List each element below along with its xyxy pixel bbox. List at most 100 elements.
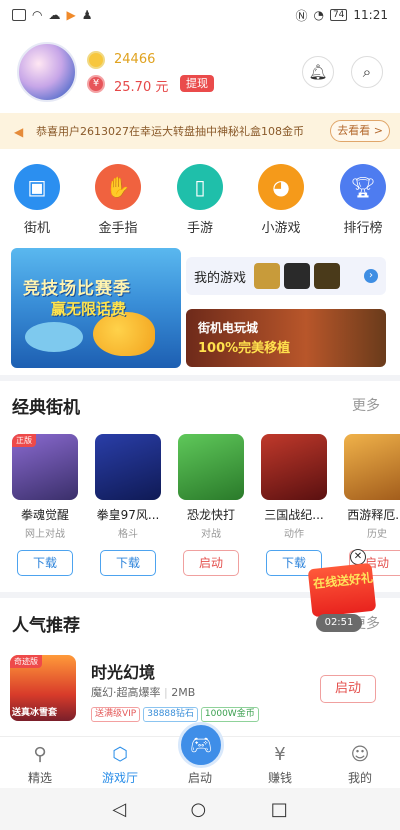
game-thumbnail[interactable] <box>261 434 327 500</box>
tab-label: 启动 <box>187 771 212 785</box>
notice-view-button[interactable]: 去看看 > <box>330 120 390 142</box>
arcade-city-banner[interactable]: 街机电玩城 100%完美移植 <box>186 309 386 367</box>
money-balance: 25.70 元 <box>114 80 169 95</box>
download-button[interactable]: 下载 <box>17 550 73 576</box>
joystick-icon: ⚲ <box>33 743 47 765</box>
back-icon[interactable]: ◁ <box>112 799 126 820</box>
popular-game-tags: 送满级VIP 38888钻石 1000W金币 <box>91 707 259 722</box>
phone-icon: ▯ <box>177 164 223 210</box>
shark-illustration <box>25 322 83 352</box>
speaker-icon: ◀ <box>14 125 24 139</box>
game-name: 西游释厄... <box>347 508 400 522</box>
bell-icon[interactable]: 🔔︎ <box>302 56 334 88</box>
banner-subtitle: 100%完美移植 <box>198 341 291 356</box>
tab-me[interactable]: ☺ 我的 <box>330 741 390 786</box>
classic-section-title: 经典街机 <box>12 398 80 418</box>
game-thumbnail[interactable] <box>344 434 400 500</box>
battery-icon: 74 <box>329 9 348 21</box>
game-tag: 正版 <box>12 434 36 447</box>
coin-icon <box>87 51 105 69</box>
classic-more-link[interactable]: 更多 <box>352 395 380 415</box>
popular-game-description: 魔幻·超高爆率 | 2MB <box>91 686 196 699</box>
cube-icon: ⬡ <box>112 743 128 765</box>
category-label: 小游戏 <box>261 221 301 236</box>
banner-title: 街机电玩城 <box>198 321 259 335</box>
banner-title: 竞技场比赛季 <box>23 279 131 299</box>
game-category: 历史 <box>367 529 387 540</box>
money-icon: ¥ <box>87 75 105 93</box>
my-games-label: 我的游戏 <box>194 270 247 286</box>
download-button[interactable]: 下载 <box>100 550 156 576</box>
notification-icon: ♟ <box>81 8 93 22</box>
pacman-icon: ◕ <box>258 164 304 210</box>
golden-finger-icon: ✋ <box>95 164 141 210</box>
feature-pill: 送满级VIP <box>91 707 141 722</box>
gift-badge[interactable]: 在线送好礼 <box>307 562 377 618</box>
game-name: 拳皇97风... <box>96 508 160 522</box>
tab-label: 我的 <box>347 771 372 785</box>
my-games-panel[interactable]: 我的游戏 › <box>186 257 386 295</box>
section-divider <box>0 375 400 381</box>
game-thumbnail[interactable] <box>178 434 244 500</box>
search-icon[interactable]: ⌕ <box>351 56 383 88</box>
category-golden-finger[interactable]: ✋ 金手指 <box>83 164 153 242</box>
game-thumbnail[interactable] <box>95 434 161 500</box>
popular-section-title: 人气推荐 <box>12 616 80 636</box>
tab-earn[interactable]: ¥ 赚钱 <box>250 741 310 786</box>
category-label: 手游 <box>186 221 213 236</box>
category-label: 金手指 <box>98 221 138 236</box>
gamepad-icon[interactable]: 🎮︎ <box>178 722 224 768</box>
notice-text: 恭喜用户2613027在幸运大转盘抽中神秘礼盒108金币 <box>36 125 304 138</box>
gift-text: 在线送好礼 <box>312 570 374 591</box>
game-card[interactable]: 正版 拳魂觉醒 网上对战 下载 <box>12 434 82 576</box>
game-card[interactable]: 恐龙快打 对战 启动 <box>178 434 248 576</box>
system-nav-bar: ◁ ○ □ <box>0 788 400 830</box>
game-category: 动作 <box>284 529 304 540</box>
feature-pill: 1000W金币 <box>200 707 259 722</box>
my-game-thumbnail[interactable] <box>284 263 311 289</box>
chevron-right-icon[interactable]: › <box>364 269 378 283</box>
category-ranking[interactable]: 🏆︎ 排行榜 <box>328 164 398 242</box>
game-category: 网上对战 <box>25 529 65 540</box>
game-tag: 奇迹版 <box>10 655 42 668</box>
recents-icon[interactable]: □ <box>271 799 288 820</box>
game-thumbnail[interactable]: 正版 <box>12 434 78 500</box>
game-card[interactable]: 三国战纪... 动作 下载 <box>261 434 331 576</box>
my-game-thumbnail[interactable] <box>254 263 281 289</box>
nfc-icon: Ⓝ <box>295 8 308 23</box>
popular-game-name: 时光幻境 <box>91 663 156 682</box>
feature-pill: 38888钻石 <box>143 707 198 722</box>
tab-featured[interactable]: ⚲ 精选 <box>10 741 70 786</box>
game-card[interactable]: 拳皇97风... 格斗 下载 <box>95 434 165 576</box>
thumbnail-caption: 送真冰雪套 <box>12 708 58 718</box>
wifi-icon: ◠ <box>32 8 43 22</box>
trophy-icon: 🏆︎ <box>340 164 386 210</box>
tab-label: 游戏厅 <box>101 771 138 785</box>
signal-icon: ◔ <box>313 8 324 22</box>
notice-bar: ◀ 恭喜用户2613027在幸运大转盘抽中神秘礼盒108金币 去看看 > <box>0 113 400 149</box>
launch-button[interactable]: 启动 <box>320 675 376 703</box>
launch-button[interactable]: 启动 <box>183 550 239 576</box>
coin-balance: 24466 <box>114 52 156 67</box>
category-label: 街机 <box>23 221 50 236</box>
arcade-icon: ▣ <box>14 164 60 210</box>
competition-banner[interactable]: 竞技场比赛季 赢无限话费 <box>11 248 181 368</box>
tab-label: 赚钱 <box>267 771 292 785</box>
game-category: 格斗 <box>118 529 138 540</box>
avatar[interactable] <box>17 42 77 102</box>
category-arcade[interactable]: ▣ 街机 <box>2 164 72 242</box>
home-icon[interactable]: ○ <box>191 799 207 820</box>
money-bag-icon: ¥ <box>274 743 286 765</box>
category-label: 排行榜 <box>343 221 383 236</box>
popular-game-thumbnail[interactable]: 奇迹版 送真冰雪套 <box>10 655 76 721</box>
game-genre: 魔幻·超高爆率 <box>91 686 161 699</box>
tab-game-hall[interactable]: ⬡ 游戏厅 <box>90 741 150 786</box>
tab-label: 精选 <box>27 771 52 785</box>
game-name: 拳魂觉醒 <box>20 508 69 522</box>
my-game-thumbnail[interactable] <box>314 263 341 289</box>
game-name: 恐龙快打 <box>186 508 235 522</box>
withdraw-button[interactable]: 提现 <box>180 75 214 92</box>
category-mobile-games[interactable]: ▯ 手游 <box>165 164 235 242</box>
category-mini-games[interactable]: ◕ 小游戏 <box>246 164 316 242</box>
sim-icon <box>12 9 26 21</box>
